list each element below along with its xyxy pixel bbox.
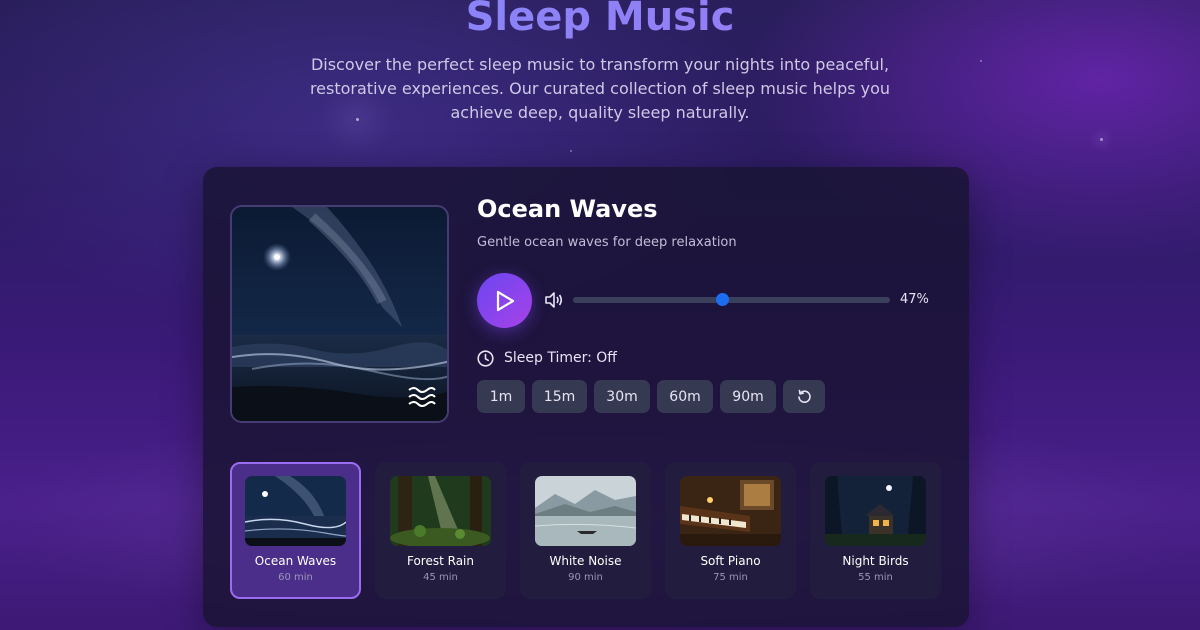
- album-art: [230, 205, 449, 423]
- track-name: Ocean Waves: [254, 554, 337, 568]
- track-card-soft-piano[interactable]: Soft Piano 75 min: [665, 462, 796, 599]
- waves-icon: [408, 387, 436, 407]
- sleep-timer-label: Sleep Timer: Off: [504, 350, 617, 366]
- track-name: White Noise: [549, 554, 622, 568]
- track-list: Ocean Waves 60 min Forest Rain 45 min Wh…: [230, 462, 941, 599]
- track-thumbnail: [390, 476, 491, 546]
- clock-icon: [477, 350, 494, 367]
- page-title: Sleep Music: [0, 0, 1200, 40]
- timer-30m-button[interactable]: 30m: [594, 380, 650, 413]
- volume-slider[interactable]: [573, 293, 890, 306]
- track-duration: 55 min: [858, 572, 893, 583]
- background-star: [570, 150, 572, 152]
- timer-60m-button[interactable]: 60m: [657, 380, 713, 413]
- timer-90m-button[interactable]: 90m: [720, 380, 776, 413]
- volume-value: 47%: [900, 292, 929, 307]
- track-subtitle: Gentle ocean waves for deep relaxation: [477, 235, 737, 250]
- track-thumbnail: [535, 476, 636, 546]
- track-duration: 90 min: [568, 572, 603, 583]
- track-thumbnail: [825, 476, 926, 546]
- volume-icon[interactable]: [545, 292, 563, 308]
- timer-reset-button[interactable]: [783, 380, 825, 413]
- track-name: Soft Piano: [700, 554, 761, 568]
- track-card-ocean-waves[interactable]: Ocean Waves 60 min: [230, 462, 361, 599]
- play-icon: [496, 290, 514, 311]
- track-duration: 60 min: [278, 572, 313, 583]
- player-card: Ocean Waves Gentle ocean waves for deep …: [203, 167, 969, 627]
- track-title: Ocean Waves: [477, 195, 658, 223]
- page-description: Discover the perfect sleep music to tran…: [309, 55, 891, 122]
- timer-1m-button[interactable]: 1m: [477, 380, 525, 413]
- track-thumbnail: [680, 476, 781, 546]
- track-name: Night Birds: [842, 554, 909, 568]
- track-duration: 45 min: [423, 572, 458, 583]
- background-star: [1100, 138, 1103, 141]
- timer-15m-button[interactable]: 15m: [532, 380, 587, 413]
- track-card-white-noise[interactable]: White Noise 90 min: [520, 462, 651, 599]
- sleep-timer-options: 1m 15m 30m 60m 90m: [477, 380, 825, 413]
- volume-slider-thumb[interactable]: [715, 293, 729, 306]
- track-card-forest-rain[interactable]: Forest Rain 45 min: [375, 462, 506, 599]
- track-thumbnail: [245, 476, 346, 546]
- volume-slider-fill: [573, 297, 722, 303]
- reset-icon: [797, 389, 811, 403]
- play-button[interactable]: [477, 273, 532, 328]
- track-name: Forest Rain: [406, 554, 474, 568]
- background-star: [980, 60, 982, 62]
- track-duration: 75 min: [713, 572, 748, 583]
- track-card-night-birds[interactable]: Night Birds 55 min: [810, 462, 941, 599]
